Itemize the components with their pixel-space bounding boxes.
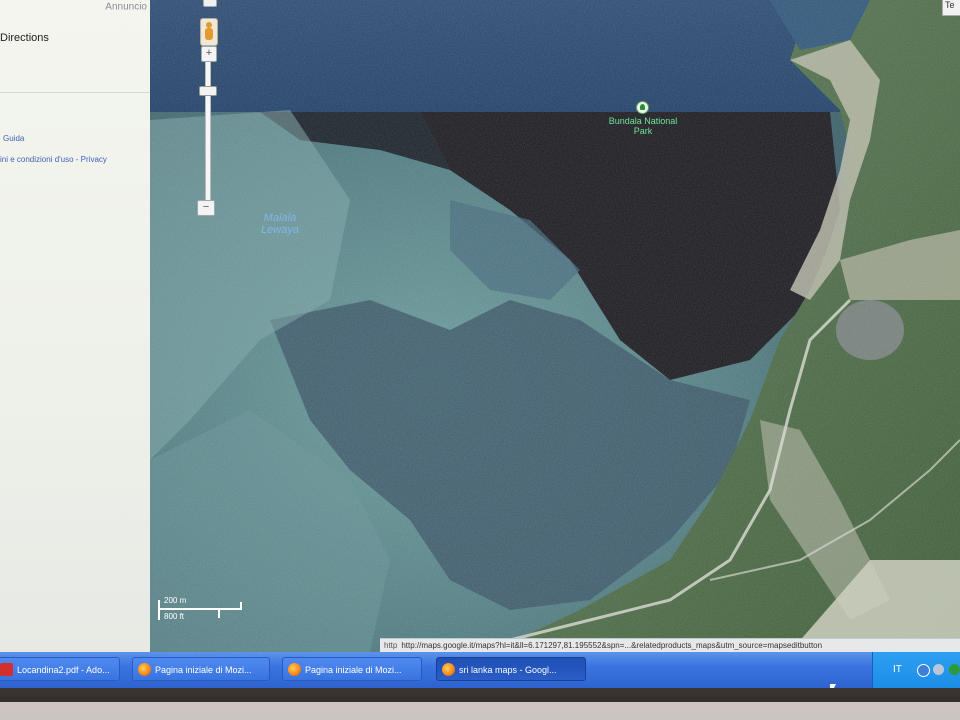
zoom-in-button[interactable]: + xyxy=(201,46,217,62)
ad-label-text: Annuncio xyxy=(105,1,147,13)
directions-link[interactable]: Directions xyxy=(0,32,49,44)
scale-tick-imperial xyxy=(218,608,220,618)
zoom-slider-handle[interactable] xyxy=(199,86,217,96)
sidebar-divider xyxy=(0,92,150,93)
firefox-icon xyxy=(288,663,301,676)
taskbar-item-adobe[interactable]: Locandina2.pdf - Ado... xyxy=(0,657,120,681)
scale-bar xyxy=(158,608,242,610)
volume-icon[interactable] xyxy=(933,664,944,675)
firefox-icon xyxy=(442,663,455,676)
zoom-slider-track[interactable] xyxy=(205,62,211,202)
firefox-icon xyxy=(138,663,151,676)
guide-link[interactable]: Guida xyxy=(3,134,24,143)
scale-tick-metric xyxy=(240,602,242,610)
terms-privacy-link[interactable]: ini e condizioni d'uso - Privacy xyxy=(0,155,107,164)
park-marker-icon[interactable] xyxy=(636,101,649,114)
pdf-icon xyxy=(0,663,13,676)
satellite-map[interactable]: + − Bundala National Park Malala Lewaya … xyxy=(150,0,960,652)
status-bar: http http://maps.google.it/maps?hl=it&ll=… xyxy=(380,638,960,652)
lagoon-label: Malala Lewaya xyxy=(261,212,299,236)
taskbar-item-sri-lanka-maps[interactable]: sri lanka maps - Googl... xyxy=(436,657,586,681)
monitor-bezel xyxy=(0,688,960,720)
network-icon[interactable] xyxy=(917,664,930,677)
scale-imperial: 800 ft xyxy=(164,612,185,621)
map-scale: 200 m 800 ft xyxy=(156,596,244,624)
map-sidebar: Annuncioi Directions Guida ini e condizi… xyxy=(0,0,168,652)
map-type-button[interactable]: Te xyxy=(942,0,960,16)
pegman-street-view-icon[interactable] xyxy=(200,18,218,46)
park-label[interactable]: Bundala National Park xyxy=(608,116,678,136)
taskbar-item-label: Pagina iniziale di Mozi... xyxy=(305,665,402,675)
scale-metric: 200 m xyxy=(164,596,187,605)
status-url: http://maps.google.it/maps?hl=it&ll=6.17… xyxy=(401,641,823,650)
satellite-imagery xyxy=(150,0,960,652)
taskbar-item-label: Locandina2.pdf - Ado... xyxy=(17,665,110,675)
status-prefix: http xyxy=(384,641,398,650)
scale-tick-left xyxy=(158,600,160,620)
language-indicator[interactable]: IT xyxy=(893,664,902,675)
system-tray: IT xyxy=(872,652,960,688)
pegman-body xyxy=(205,28,213,40)
security-icon[interactable] xyxy=(949,664,960,675)
pan-control[interactable] xyxy=(203,0,217,7)
taskbar-item-firefox-1[interactable]: Pagina iniziale di Mozi... xyxy=(132,657,270,681)
windows-taskbar: Locandina2.pdf - Ado... Pagina iniziale … xyxy=(0,652,960,688)
taskbar-item-label: sri lanka maps - Googl... xyxy=(459,665,557,675)
zoom-out-button[interactable]: − xyxy=(197,200,215,216)
monitor-bezel-bottom xyxy=(0,702,960,720)
taskbar-item-label: Pagina iniziale di Mozi... xyxy=(155,665,252,675)
taskbar-item-firefox-2[interactable]: Pagina iniziale di Mozi... xyxy=(282,657,422,681)
